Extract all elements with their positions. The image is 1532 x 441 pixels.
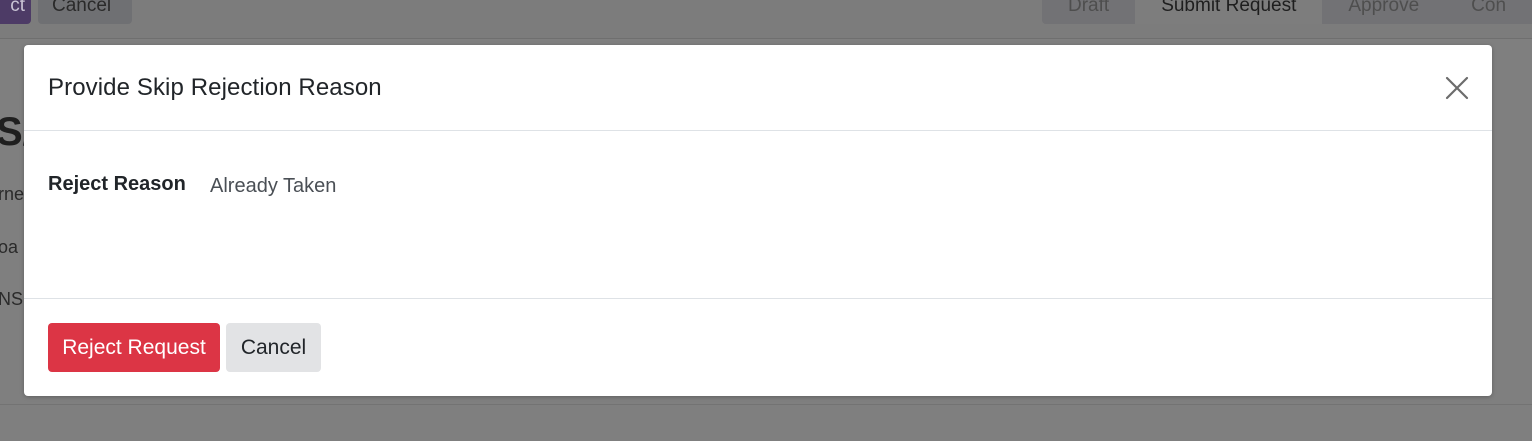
dialog-footer: Reject Request Cancel	[24, 298, 1492, 396]
background-page-fragment-2: oa	[0, 237, 19, 257]
close-icon[interactable]	[1444, 75, 1470, 101]
status-stage-draft: Draft	[1068, 0, 1110, 16]
reject-request-button[interactable]: Reject Request	[48, 323, 220, 372]
cancel-button[interactable]: Cancel	[226, 323, 321, 372]
background-primary-button: ct	[0, 0, 31, 24]
background-page-fragment-3: NS	[0, 289, 24, 309]
background-cancel-button: Cancel	[38, 0, 132, 24]
background-statusbar: Draft Submit Request Approve Con	[1042, 0, 1532, 24]
dialog-header: Provide Skip Rejection Reason	[24, 45, 1492, 131]
status-stage-submit-request: Submit Request	[1135, 0, 1323, 24]
reject-reason-dialog: Provide Skip Rejection Reason Reject Rea…	[24, 45, 1492, 396]
reject-reason-label: Reject Reason	[48, 173, 186, 195]
background-page-fragment-1: rne	[0, 184, 25, 204]
close-icon-graphic	[1445, 76, 1469, 100]
background-divider	[0, 404, 1532, 405]
reject-reason-field[interactable]: Already Taken	[210, 175, 336, 198]
background-toolbar: ct Cancel Draft Submit Request Approve C…	[0, 0, 1532, 39]
status-stage-approve: Approve	[1348, 0, 1420, 16]
status-stage-next: Con	[1471, 0, 1507, 16]
dialog-body: Reject Reason Already Taken	[24, 131, 1492, 298]
dialog-title: Provide Skip Rejection Reason	[48, 74, 382, 101]
